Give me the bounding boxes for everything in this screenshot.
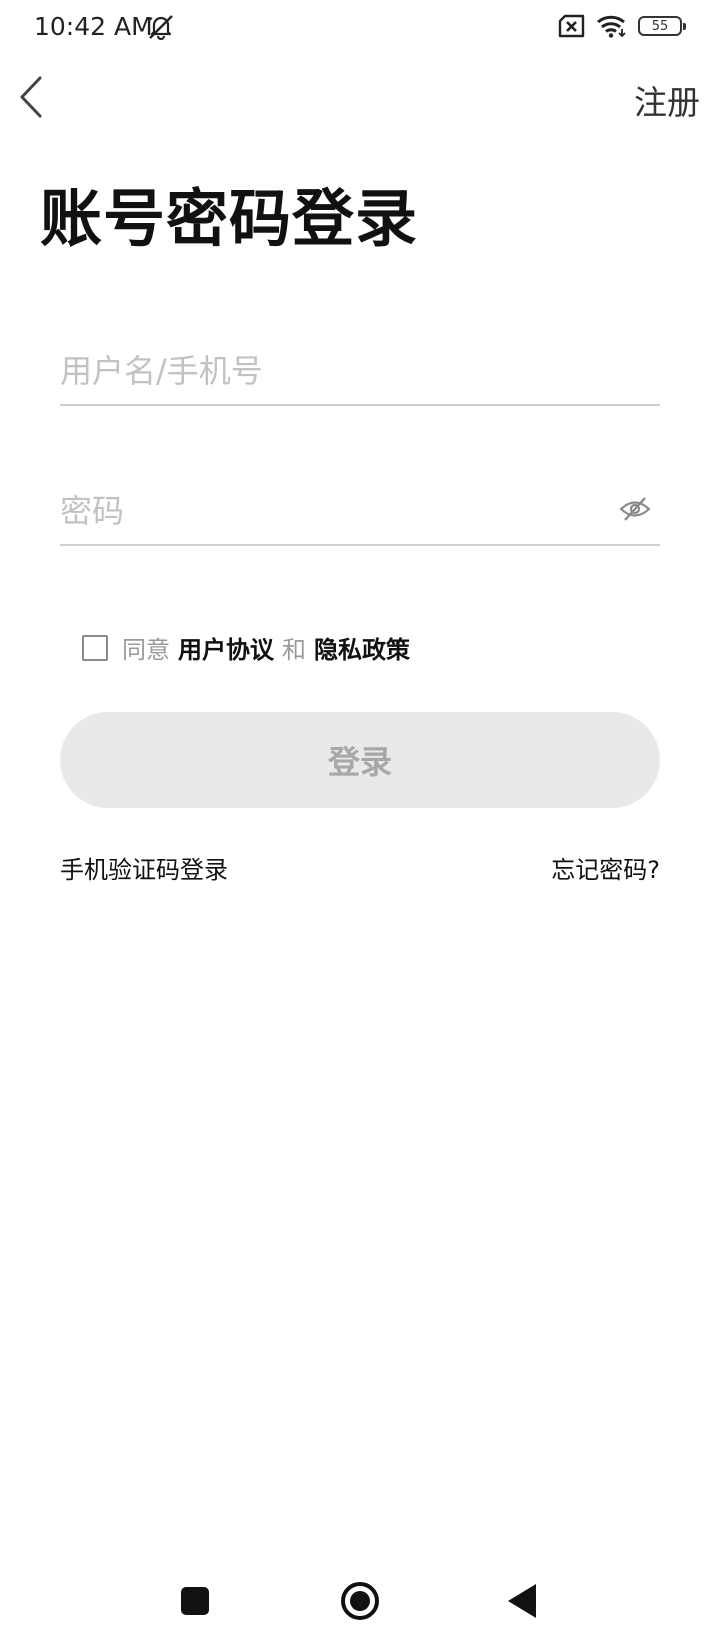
status-icons: 55 [558,14,686,38]
eye-off-icon[interactable] [618,494,652,524]
back-icon[interactable] [508,1584,536,1618]
battery-level: 55 [651,18,669,34]
chevron-left-icon [20,76,42,118]
username-input[interactable] [60,338,660,404]
recent-apps-icon[interactable] [181,1587,209,1615]
status-time: 10:42 AM [34,12,153,41]
username-field [60,338,660,406]
password-input[interactable] [60,478,660,544]
system-nav-bar [0,1560,720,1650]
user-agreement-link[interactable]: 用户协议 [178,630,274,665]
login-screen: 10:42 AM 55 注册 账号密码登录 用户名/手机号 同意 用户协议 和 … [0,0,720,1650]
sms-login-link[interactable]: 手机验证码登录 [60,850,228,885]
login-button[interactable]: 登录 [60,712,660,808]
mute-icon [148,15,173,41]
register-link[interactable]: 注册 [634,76,700,124]
agreement-conjunction: 和 [282,636,306,664]
battery-icon: 55 [638,16,686,36]
sim-error-icon [558,14,585,38]
home-icon[interactable] [341,1582,379,1620]
status-bar: 10:42 AM 55 [0,0,720,56]
agree-checkbox[interactable] [82,634,108,661]
page-title: 账号密码登录 [40,182,419,255]
forgot-password-link[interactable]: 忘记密码? [551,850,660,885]
back-button[interactable] [14,72,58,122]
agreement-row: 同意 用户协议 和 隐私政策 [82,630,410,665]
password-field [60,478,660,546]
privacy-policy-link[interactable]: 隐私政策 [314,630,410,665]
wifi-icon [597,15,626,38]
agreement-prefix: 同意 [122,636,170,664]
